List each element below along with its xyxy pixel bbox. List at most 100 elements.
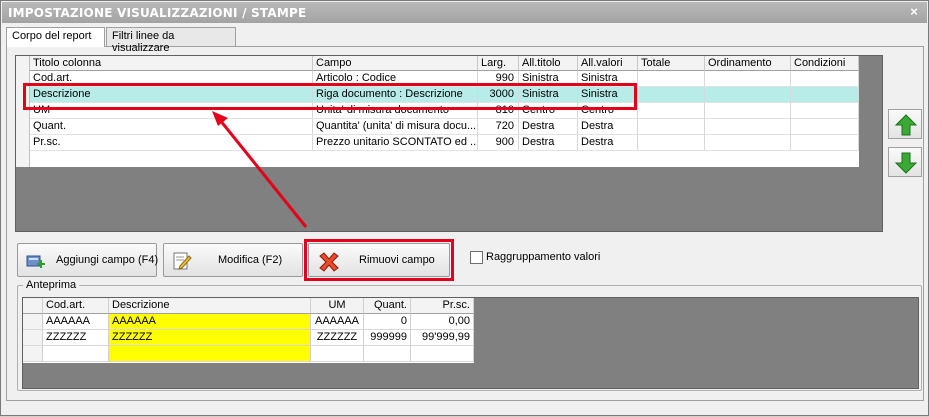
- cell-campo: Unita' di misura documento: [313, 103, 478, 119]
- edit-icon: [173, 252, 192, 270]
- preview-cell: [364, 346, 411, 362]
- table-row[interactable]: Quant. Quantita' (unita' di misura docu.…: [16, 119, 859, 135]
- cell-campo: Prezzo unitario SCONTATO ed ...: [313, 135, 478, 151]
- cell-condizioni: [791, 87, 859, 103]
- cell-ordinamento: [705, 71, 791, 87]
- cell-totale: [638, 135, 705, 151]
- preview-cell: ZZZZZZ: [43, 330, 109, 346]
- cell-campo: Quantita' (unita' di misura docu...: [313, 119, 478, 135]
- tab-filtri-linee[interactable]: Filtri linee da visualizzare: [106, 27, 236, 54]
- cell-titolo: UM: [30, 103, 313, 119]
- tab-corpo-report[interactable]: Corpo del report: [6, 27, 105, 47]
- preview-cell-desc: ZZZZZZ: [109, 330, 311, 346]
- add-field-label: Aggiungi campo (F4): [56, 254, 159, 266]
- header-all-valori[interactable]: All.valori: [578, 56, 638, 71]
- preview-cell-desc: AAAAAA: [109, 314, 311, 330]
- preview-cell: AAAAAA: [311, 314, 364, 330]
- header-ordinamento[interactable]: Ordinamento: [705, 56, 791, 71]
- cell-condizioni: [791, 71, 859, 87]
- header-all-titolo[interactable]: All.titolo: [519, 56, 578, 71]
- preview-cell: [43, 346, 109, 362]
- cell-totale: [638, 119, 705, 135]
- preview-cell: [311, 346, 364, 362]
- cell-all-titolo: Destra: [519, 119, 578, 135]
- cell-all-valori: Destra: [578, 119, 638, 135]
- header-campo[interactable]: Campo: [313, 56, 478, 71]
- cell-campo: Riga documento : Descrizione: [313, 87, 478, 103]
- raggruppamento-checkbox[interactable]: [470, 251, 483, 264]
- remove-icon: [319, 252, 339, 272]
- cell-titolo: Descrizione: [30, 87, 313, 103]
- cell-larg: 990: [478, 71, 519, 87]
- columns-grid[interactable]: Titolo colonna Campo Larg. All.titolo Al…: [16, 56, 859, 167]
- title-bar: IMPOSTAZIONE VISUALIZZAZIONI / STAMPE ×: [2, 2, 927, 23]
- raggruppamento-label: Raggruppamento valori: [486, 251, 601, 263]
- preview-row-selector: [23, 346, 43, 362]
- arrow-up-icon: [894, 114, 918, 136]
- cell-all-valori: Sinistra: [578, 87, 638, 103]
- move-down-button[interactable]: [888, 147, 922, 177]
- move-up-button[interactable]: [888, 109, 922, 139]
- preview-row: AAAAAA AAAAAA AAAAAA 0 0,00: [23, 314, 474, 330]
- preview-cell: 0: [364, 314, 411, 330]
- cell-totale: [638, 71, 705, 87]
- preview-header-um: UM: [311, 298, 364, 314]
- cell-campo: Articolo : Codice: [313, 71, 478, 87]
- cell-larg: 810: [478, 103, 519, 119]
- arrow-down-icon: [894, 152, 918, 174]
- cell-all-titolo: Centro: [519, 103, 578, 119]
- preview-cell-desc: [109, 346, 311, 362]
- cell-all-titolo: Sinistra: [519, 87, 578, 103]
- remove-field-button[interactable]: Rimuovi campo: [308, 243, 450, 277]
- preview-cell: 0,00: [411, 314, 474, 330]
- window-title: IMPOSTAZIONE VISUALIZZAZIONI / STAMPE: [8, 6, 307, 20]
- cell-condizioni: [791, 135, 859, 151]
- close-icon[interactable]: ×: [907, 5, 921, 19]
- cell-all-valori: Centro: [578, 103, 638, 119]
- cell-titolo: Pr.sc.: [30, 135, 313, 151]
- preview-row-selector: [23, 314, 43, 330]
- cell-all-titolo: Sinistra: [519, 71, 578, 87]
- header-condizioni[interactable]: Condizioni: [791, 56, 859, 71]
- cell-titolo: Cod.art.: [30, 71, 313, 87]
- cell-ordinamento: [705, 87, 791, 103]
- cell-larg: 900: [478, 135, 519, 151]
- preview-header-descrizione: Descrizione: [109, 298, 311, 314]
- cell-condizioni: [791, 103, 859, 119]
- remove-field-label: Rimuovi campo: [359, 254, 435, 266]
- preview-corner: [23, 298, 43, 314]
- cell-larg: 3000: [478, 87, 519, 103]
- cell-ordinamento: [705, 103, 791, 119]
- preview-cell: 999999: [364, 330, 411, 346]
- cell-titolo: Quant.: [30, 119, 313, 135]
- preview-cell: ZZZZZZ: [311, 330, 364, 346]
- preview-cell: AAAAAA: [43, 314, 109, 330]
- add-field-button[interactable]: Aggiungi campo (F4): [17, 243, 159, 277]
- header-totale[interactable]: Totale: [638, 56, 705, 71]
- header-titolo[interactable]: Titolo colonna: [30, 56, 313, 71]
- cell-all-titolo: Destra: [519, 135, 578, 151]
- preview-row-empty: [23, 346, 474, 362]
- add-field-icon: [26, 255, 45, 268]
- table-row[interactable]: Pr.sc. Prezzo unitario SCONTATO ed ... 9…: [16, 135, 859, 151]
- preview-header-codart: Cod.art.: [43, 298, 109, 314]
- preview-row: ZZZZZZ ZZZZZZ ZZZZZZ 999999 99'999,99: [23, 330, 474, 346]
- header-larg[interactable]: Larg.: [478, 56, 519, 71]
- dialog-window: IMPOSTAZIONE VISUALIZZAZIONI / STAMPE × …: [0, 0, 929, 416]
- cell-ordinamento: [705, 135, 791, 151]
- table-row[interactable]: UM Unita' di misura documento 810 Centro…: [16, 103, 859, 119]
- cell-all-valori: Sinistra: [578, 71, 638, 87]
- cell-totale: [638, 87, 705, 103]
- cell-larg: 720: [478, 119, 519, 135]
- preview-header-prsc: Pr.sc.: [411, 298, 474, 314]
- preview-row-selector: [23, 330, 43, 346]
- preview-cell: [411, 346, 474, 362]
- cell-condizioni: [791, 119, 859, 135]
- edit-button[interactable]: Modifica (F2): [163, 243, 303, 277]
- table-row-selected[interactable]: Descrizione Riga documento : Descrizione…: [16, 87, 859, 103]
- cell-totale: [638, 103, 705, 119]
- preview-grid: Cod.art. Descrizione UM Quant. Pr.sc. AA…: [23, 298, 474, 363]
- preview-header-quant: Quant.: [364, 298, 411, 314]
- edit-label: Modifica (F2): [218, 254, 283, 266]
- table-row[interactable]: Cod.art. Articolo : Codice 990 Sinistra …: [16, 71, 859, 87]
